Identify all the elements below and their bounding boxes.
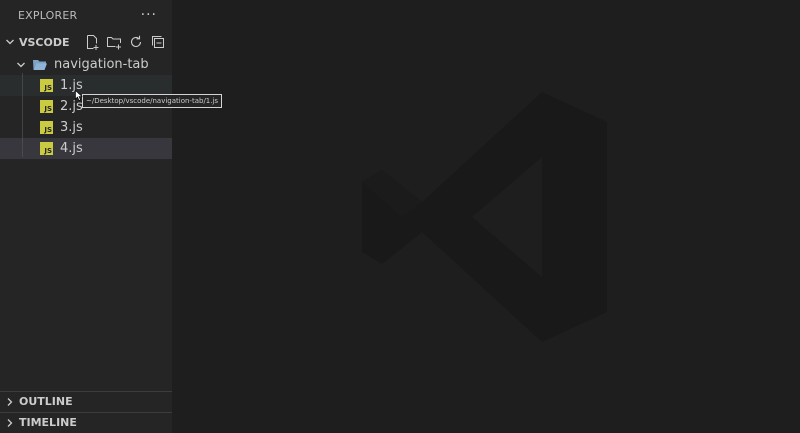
explorer-title: EXPLORER [18, 8, 78, 22]
javascript-file-icon: JS [40, 100, 53, 113]
javascript-file-icon: JS [40, 121, 53, 134]
indent-guide [22, 73, 23, 157]
new-file-icon[interactable] [84, 34, 100, 50]
file-4-js[interactable]: JS 4.js [0, 138, 172, 159]
file-3-js[interactable]: JS 3.js [0, 117, 172, 138]
chevron-down-icon [14, 60, 28, 70]
vscode-window: EXPLORER ··· VSCODE navigation-tab JS 1.… [0, 0, 800, 433]
timeline-section-header[interactable]: TIMELINE [0, 412, 172, 432]
chevron-down-icon [3, 35, 17, 49]
file-path-tooltip: ~/Desktop/vscode/navigation-tab/1.js [82, 94, 223, 108]
explorer-sidebar: EXPLORER ··· VSCODE navigation-tab JS 1.… [0, 0, 172, 433]
folder-navigation-tab[interactable]: navigation-tab [0, 54, 172, 75]
file-label: 3.js [60, 120, 83, 135]
editor-area [172, 0, 800, 433]
more-actions-icon[interactable]: ··· [141, 8, 157, 22]
folder-label: navigation-tab [54, 57, 149, 72]
new-folder-icon[interactable] [106, 34, 122, 50]
javascript-file-icon: JS [40, 142, 53, 155]
workspace-name: VSCODE [19, 35, 70, 49]
file-label: 4.js [60, 141, 83, 156]
outline-section-header[interactable]: OUTLINE [0, 391, 172, 411]
mouse-cursor-icon [75, 86, 83, 105]
explorer-header: EXPLORER ··· [0, 0, 172, 30]
timeline-label: TIMELINE [19, 416, 77, 429]
vscode-logo-watermark-icon [362, 92, 612, 346]
outline-label: OUTLINE [19, 395, 73, 408]
collapse-all-icon[interactable] [150, 34, 166, 50]
javascript-file-icon: JS [40, 79, 53, 92]
chevron-right-icon [3, 416, 17, 430]
workspace-header[interactable]: VSCODE [0, 30, 172, 54]
workspace-actions [84, 34, 166, 50]
folder-open-icon [32, 58, 48, 72]
file-1-js[interactable]: JS 1.js [0, 75, 172, 96]
chevron-right-icon [3, 395, 17, 409]
refresh-icon[interactable] [128, 34, 144, 50]
